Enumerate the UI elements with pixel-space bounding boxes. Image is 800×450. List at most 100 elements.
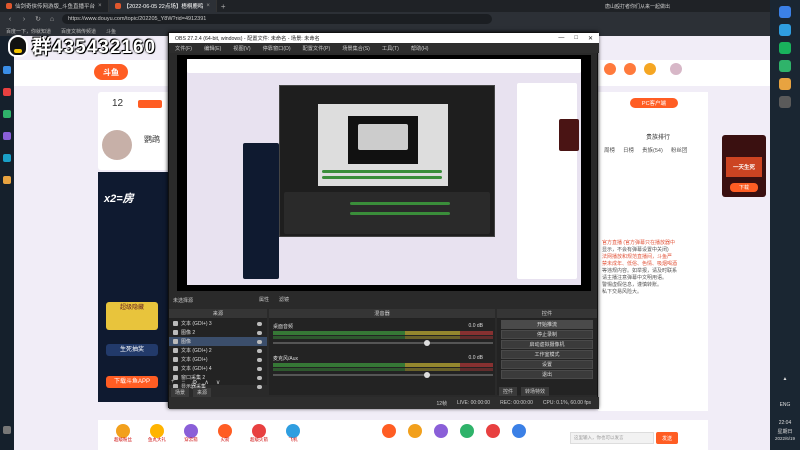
maximize-icon[interactable]: □: [574, 35, 578, 42]
home-icon[interactable]: ⌂: [48, 16, 56, 23]
menu-edit[interactable]: 编辑(E): [204, 45, 221, 52]
eye-icon[interactable]: [257, 384, 262, 389]
obs-preview[interactable]: [177, 55, 591, 291]
gift-icon[interactable]: [150, 424, 164, 438]
forward-icon[interactable]: ›: [20, 16, 28, 23]
remove-icon[interactable]: −: [182, 379, 186, 386]
gift-icon[interactable]: [218, 424, 232, 438]
down-icon[interactable]: ∨: [216, 379, 220, 386]
volume-knob[interactable]: [424, 372, 431, 378]
menu-profile[interactable]: 配置文件(P): [303, 45, 331, 52]
tab-noble[interactable]: 贵族(54): [642, 146, 663, 156]
promo-hidden[interactable]: 超级隐藏: [106, 302, 158, 330]
volume-slider[interactable]: [273, 340, 493, 346]
eye-icon[interactable]: [257, 366, 262, 371]
new-tab-icon[interactable]: +: [221, 2, 226, 11]
tray-icon[interactable]: ▲: [770, 376, 800, 382]
up-icon[interactable]: ∧: [204, 379, 208, 386]
gift-icon[interactable]: [486, 424, 500, 438]
app-icon[interactable]: [3, 132, 11, 140]
tab-scenes[interactable]: 场景: [171, 388, 190, 397]
url-input[interactable]: https://www.douyu.com/topic/202205_Y8W?r…: [62, 14, 492, 24]
promo-lottery[interactable]: 生死抽奖: [106, 344, 158, 356]
tab-week[interactable]: 周榜: [604, 146, 615, 156]
app-icon[interactable]: [3, 154, 11, 162]
app-icon[interactable]: [779, 78, 791, 90]
reload-icon[interactable]: ↻: [34, 15, 42, 23]
control-button[interactable]: 退出: [501, 370, 593, 379]
eye-icon[interactable]: [257, 339, 262, 344]
menu-docks[interactable]: 停靠窗口(D): [263, 45, 291, 52]
browser-hot-news[interactable]: 唐山殴打者你们从来一起做出: [605, 3, 670, 10]
source-item[interactable]: 图像 2: [169, 328, 267, 337]
send-button[interactable]: 发送: [656, 432, 678, 444]
close-icon[interactable]: ✕: [588, 35, 593, 42]
gift-icon[interactable]: [252, 424, 266, 438]
eye-icon[interactable]: [257, 375, 262, 380]
gift-icon[interactable]: [460, 424, 474, 438]
control-button[interactable]: 停止录制: [501, 330, 593, 339]
eye-icon[interactable]: [257, 330, 262, 335]
gift-icon[interactable]: [286, 424, 300, 438]
menu-tools[interactable]: 工具(T): [382, 45, 399, 52]
gear-icon[interactable]: ⚙: [192, 379, 197, 386]
gift-icon[interactable]: [512, 424, 526, 438]
host-avatar[interactable]: [102, 130, 132, 160]
gift-icon[interactable]: [382, 424, 396, 438]
app-icon[interactable]: [779, 24, 791, 36]
minimize-icon[interactable]: —: [558, 35, 564, 42]
app-icon[interactable]: [3, 88, 11, 96]
source-item[interactable]: 文本 (GDI+) 3: [169, 319, 267, 328]
volume-knob[interactable]: [424, 340, 431, 346]
source-item[interactable]: 文本 (GDI+): [169, 355, 267, 364]
close-icon[interactable]: ×: [98, 3, 102, 9]
follow-icon[interactable]: [624, 63, 636, 75]
app-icon[interactable]: [3, 66, 11, 74]
add-icon[interactable]: +: [171, 379, 175, 386]
tab-sources[interactable]: 来源: [193, 388, 212, 397]
app-icon[interactable]: [779, 42, 791, 54]
menu-scene-collection[interactable]: 场景集合(S): [342, 45, 370, 52]
filters-button[interactable]: 滤镜: [279, 296, 289, 303]
clock-time[interactable]: 22:04: [770, 420, 800, 426]
browser-tab-2[interactable]: 【2022-06-05 22点场】梧桐鹿鸣 ×: [108, 0, 217, 12]
source-item[interactable]: 图像: [169, 337, 267, 346]
eye-icon[interactable]: [257, 348, 262, 353]
gift-icon[interactable]: [434, 424, 448, 438]
back-icon[interactable]: ‹: [6, 16, 14, 23]
avatar[interactable]: [670, 63, 682, 75]
source-item[interactable]: 文本 (GDI+) 2: [169, 346, 267, 355]
eye-icon[interactable]: [257, 321, 262, 326]
volume-slider[interactable]: [273, 372, 493, 378]
tab-controls[interactable]: 控件: [499, 387, 518, 396]
control-button[interactable]: 启动虚拟摄像机: [501, 340, 593, 349]
pc-client-button[interactable]: PC客户端: [630, 98, 678, 108]
gift-icon[interactable]: [116, 424, 130, 438]
gift-icon[interactable]: [408, 424, 422, 438]
wechat-icon[interactable]: [779, 60, 791, 72]
tab-fans[interactable]: 粉丝团: [671, 146, 688, 156]
app-icon[interactable]: [779, 6, 791, 18]
input-lang[interactable]: ENG: [770, 402, 800, 408]
eye-icon[interactable]: [257, 357, 262, 362]
menu-help[interactable]: 帮助(H): [411, 45, 429, 52]
properties-button[interactable]: 属性: [259, 296, 269, 303]
chat-input[interactable]: 这里输入，你也可以发言: [570, 432, 654, 444]
tab-transitions[interactable]: 转场特效: [521, 387, 550, 396]
close-icon[interactable]: ×: [206, 3, 210, 9]
douyu-logo[interactable]: 斗鱼: [94, 64, 128, 80]
side-ad[interactable]: 一天生死 下载: [722, 135, 766, 197]
gift-icon[interactable]: [184, 424, 198, 438]
task-icon[interactable]: [644, 63, 656, 75]
app-icon[interactable]: [3, 110, 11, 118]
source-item[interactable]: 文本 (GDI+) 4: [169, 364, 267, 373]
tab-day[interactable]: 日榜: [623, 146, 634, 156]
settings-icon[interactable]: [3, 426, 11, 434]
browser-tab-1[interactable]: 仙剑奇侠传网游版_斗鱼直播平台 ×: [0, 0, 109, 12]
control-button[interactable]: 工作室模式: [501, 350, 593, 359]
download-app-button[interactable]: 下载斗鱼APP: [106, 376, 158, 388]
history-icon[interactable]: [604, 63, 616, 75]
control-button[interactable]: 设置: [501, 360, 593, 369]
app-icon[interactable]: [779, 96, 791, 108]
menu-file[interactable]: 文件(F): [175, 45, 192, 52]
